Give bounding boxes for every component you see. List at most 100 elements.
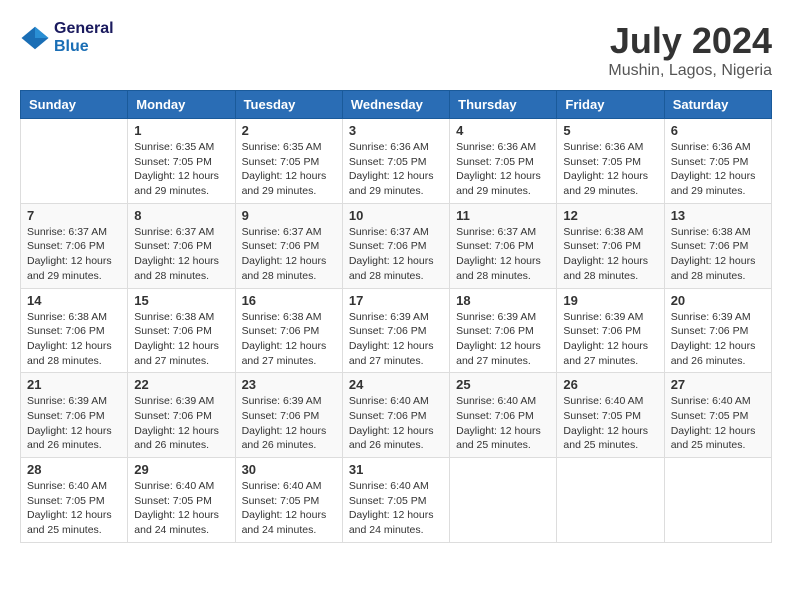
day-info: Sunrise: 6:36 AM Sunset: 7:05 PM Dayligh… [456, 140, 550, 199]
calendar-week-row: 14 Sunrise: 6:38 AM Sunset: 7:06 PM Dayli… [21, 288, 772, 373]
location-subtitle: Mushin, Lagos, Nigeria [608, 62, 772, 80]
header-saturday: Saturday [664, 91, 771, 119]
day-number: 23 [242, 377, 336, 392]
month-year-title: July 2024 [608, 20, 772, 62]
day-info: Sunrise: 6:37 AM Sunset: 7:06 PM Dayligh… [27, 225, 121, 284]
calendar-cell: 7Sunrise: 6:37 AM Sunset: 7:06 PM Daylig… [21, 203, 128, 288]
calendar-cell: 8 Sunrise: 6:37 AM Sunset: 7:06 PM Daylig… [128, 203, 235, 288]
logo: General Blue [20, 20, 114, 56]
day-number: 22 [134, 377, 228, 392]
day-info: Sunrise: 6:35 AM Sunset: 7:05 PM Dayligh… [134, 140, 228, 199]
calendar-cell: 27 Sunrise: 6:40 AM Sunset: 7:05 PM Dayli… [664, 373, 771, 458]
calendar-cell: 12 Sunrise: 6:38 AM Sunset: 7:06 PM Dayli… [557, 203, 664, 288]
day-number: 27 [671, 377, 765, 392]
day-info: Sunrise: 6:40 AM Sunset: 7:05 PM Dayligh… [134, 479, 228, 538]
calendar-cell: 23 Sunrise: 6:39 AM Sunset: 7:06 PM Dayli… [235, 373, 342, 458]
day-info: Sunrise: 6:36 AM Sunset: 7:05 PM Dayligh… [563, 140, 657, 199]
day-number: 25 [456, 377, 550, 392]
day-info: Sunrise: 6:40 AM Sunset: 7:06 PM Dayligh… [456, 394, 550, 453]
day-number: 18 [456, 293, 550, 308]
calendar-cell: 24 Sunrise: 6:40 AM Sunset: 7:06 PM Dayli… [342, 373, 449, 458]
header-wednesday: Wednesday [342, 91, 449, 119]
calendar-week-row: 21 Sunrise: 6:39 AM Sunset: 7:06 PM Dayli… [21, 373, 772, 458]
day-info: Sunrise: 6:39 AM Sunset: 7:06 PM Dayligh… [134, 394, 228, 453]
calendar-cell: 31 Sunrise: 6:40 AM Sunset: 7:05 PM Dayli… [342, 458, 449, 543]
calendar-cell: 6 Sunrise: 6:36 AM Sunset: 7:05 PM Daylig… [664, 119, 771, 204]
calendar-week-row: 28 Sunrise: 6:40 AM Sunset: 7:05 PM Dayli… [21, 458, 772, 543]
header-monday: Monday [128, 91, 235, 119]
calendar-cell [664, 458, 771, 543]
day-info: Sunrise: 6:37 AM Sunset: 7:06 PM Dayligh… [456, 225, 550, 284]
day-info: Sunrise: 6:40 AM Sunset: 7:05 PM Dayligh… [27, 479, 121, 538]
calendar-cell: 4Sunrise: 6:36 AM Sunset: 7:05 PM Daylig… [450, 119, 557, 204]
day-info: Sunrise: 6:40 AM Sunset: 7:06 PM Dayligh… [349, 394, 443, 453]
calendar-cell: 17Sunrise: 6:39 AM Sunset: 7:06 PM Dayli… [342, 288, 449, 373]
calendar-header-row: SundayMondayTuesdayWednesdayThursdayFrid… [21, 91, 772, 119]
calendar-cell: 20 Sunrise: 6:39 AM Sunset: 7:06 PM Dayli… [664, 288, 771, 373]
day-number: 14 [27, 293, 121, 308]
calendar-cell: 22 Sunrise: 6:39 AM Sunset: 7:06 PM Dayli… [128, 373, 235, 458]
page-header: General Blue July 2024 Mushin, Lagos, Ni… [20, 20, 772, 80]
day-number: 30 [242, 462, 336, 477]
calendar-cell: 28 Sunrise: 6:40 AM Sunset: 7:05 PM Dayli… [21, 458, 128, 543]
day-info: Sunrise: 6:37 AM Sunset: 7:06 PM Dayligh… [134, 225, 228, 284]
day-number: 2 [242, 123, 336, 138]
day-info: Sunrise: 6:37 AM Sunset: 7:06 PM Dayligh… [349, 225, 443, 284]
calendar-cell: 9Sunrise: 6:37 AM Sunset: 7:06 PM Daylig… [235, 203, 342, 288]
calendar-cell: 18 Sunrise: 6:39 AM Sunset: 7:06 PM Dayli… [450, 288, 557, 373]
day-number: 20 [671, 293, 765, 308]
day-info: Sunrise: 6:38 AM Sunset: 7:06 PM Dayligh… [671, 225, 765, 284]
day-info: Sunrise: 6:37 AM Sunset: 7:06 PM Dayligh… [242, 225, 336, 284]
day-info: Sunrise: 6:38 AM Sunset: 7:06 PM Dayligh… [563, 225, 657, 284]
day-number: 21 [27, 377, 121, 392]
logo-icon [20, 23, 50, 53]
calendar-cell: 10 Sunrise: 6:37 AM Sunset: 7:06 PM Dayli… [342, 203, 449, 288]
day-number: 12 [563, 208, 657, 223]
day-number: 24 [349, 377, 443, 392]
calendar-cell: 11Sunrise: 6:37 AM Sunset: 7:06 PM Dayli… [450, 203, 557, 288]
day-info: Sunrise: 6:39 AM Sunset: 7:06 PM Dayligh… [456, 310, 550, 369]
calendar-cell [450, 458, 557, 543]
day-info: Sunrise: 6:39 AM Sunset: 7:06 PM Dayligh… [563, 310, 657, 369]
calendar-cell: 1 Sunrise: 6:35 AM Sunset: 7:05 PM Daylig… [128, 119, 235, 204]
day-number: 1 [134, 123, 228, 138]
day-number: 13 [671, 208, 765, 223]
day-info: Sunrise: 6:40 AM Sunset: 7:05 PM Dayligh… [671, 394, 765, 453]
logo-text: General Blue [54, 20, 114, 56]
calendar-cell: 29 Sunrise: 6:40 AM Sunset: 7:05 PM Dayli… [128, 458, 235, 543]
calendar-table: SundayMondayTuesdayWednesdayThursdayFrid… [20, 90, 772, 543]
day-info: Sunrise: 6:39 AM Sunset: 7:06 PM Dayligh… [671, 310, 765, 369]
title-area: July 2024 Mushin, Lagos, Nigeria [608, 20, 772, 80]
day-info: Sunrise: 6:40 AM Sunset: 7:05 PM Dayligh… [349, 479, 443, 538]
calendar-cell: 13 Sunrise: 6:38 AM Sunset: 7:06 PM Dayli… [664, 203, 771, 288]
calendar-cell: 21Sunrise: 6:39 AM Sunset: 7:06 PM Dayli… [21, 373, 128, 458]
day-number: 28 [27, 462, 121, 477]
calendar-cell: 26 Sunrise: 6:40 AM Sunset: 7:05 PM Dayli… [557, 373, 664, 458]
day-number: 3 [349, 123, 443, 138]
day-number: 10 [349, 208, 443, 223]
day-number: 29 [134, 462, 228, 477]
day-info: Sunrise: 6:38 AM Sunset: 7:06 PM Dayligh… [242, 310, 336, 369]
calendar-cell: 14 Sunrise: 6:38 AM Sunset: 7:06 PM Dayli… [21, 288, 128, 373]
day-info: Sunrise: 6:38 AM Sunset: 7:06 PM Dayligh… [27, 310, 121, 369]
day-info: Sunrise: 6:40 AM Sunset: 7:05 PM Dayligh… [563, 394, 657, 453]
day-number: 8 [134, 208, 228, 223]
header-thursday: Thursday [450, 91, 557, 119]
calendar-cell [557, 458, 664, 543]
day-info: Sunrise: 6:40 AM Sunset: 7:05 PM Dayligh… [242, 479, 336, 538]
day-info: Sunrise: 6:39 AM Sunset: 7:06 PM Dayligh… [349, 310, 443, 369]
calendar-cell: 15Sunrise: 6:38 AM Sunset: 7:06 PM Dayli… [128, 288, 235, 373]
calendar-week-row: 7Sunrise: 6:37 AM Sunset: 7:06 PM Daylig… [21, 203, 772, 288]
calendar-cell: 3Sunrise: 6:36 AM Sunset: 7:05 PM Daylig… [342, 119, 449, 204]
day-info: Sunrise: 6:38 AM Sunset: 7:06 PM Dayligh… [134, 310, 228, 369]
header-tuesday: Tuesday [235, 91, 342, 119]
day-number: 31 [349, 462, 443, 477]
day-info: Sunrise: 6:35 AM Sunset: 7:05 PM Dayligh… [242, 140, 336, 199]
calendar-cell: 16 Sunrise: 6:38 AM Sunset: 7:06 PM Dayli… [235, 288, 342, 373]
day-info: Sunrise: 6:36 AM Sunset: 7:05 PM Dayligh… [671, 140, 765, 199]
day-number: 6 [671, 123, 765, 138]
day-info: Sunrise: 6:39 AM Sunset: 7:06 PM Dayligh… [242, 394, 336, 453]
calendar-cell [21, 119, 128, 204]
day-number: 16 [242, 293, 336, 308]
day-number: 26 [563, 377, 657, 392]
